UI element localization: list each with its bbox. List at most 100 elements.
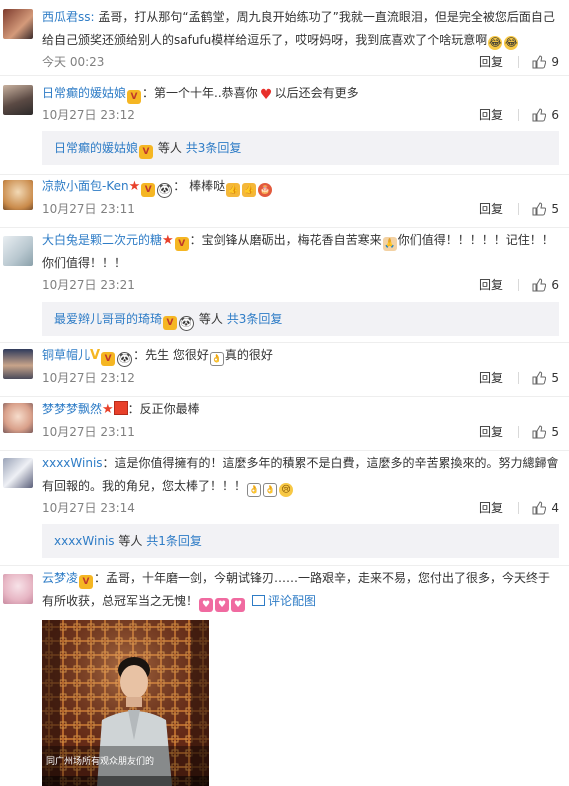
divider [518,109,519,121]
comment-text: ：這是你值得擁有的！這麼多年的積累不是白費，這麼多的辛苦累換來的。努力總歸會有回… [42,456,559,493]
like-button[interactable]: 6 [532,106,559,124]
like-count: 5 [551,202,559,216]
comment-item: 凉款小面包-Ken★ V 🐼： 棒棒哒 👍 👍 🎂 10月27日 23:11 回复 5 [0,174,569,228]
reply-button[interactable]: 回复 [479,369,503,387]
thumbs-up-emoji-icon: 👍 [242,183,257,197]
comment-text: 孟哥，打从那句“孟鹤堂，周九良开始练功了”我就一直流眼泪，但是完全被您后面自己给… [42,10,555,47]
divider [518,426,519,438]
like-count: 6 [551,278,559,292]
reply-button[interactable]: 回复 [479,423,503,441]
username[interactable]: xxxxWinis [42,456,103,470]
comment-body: 梦梦梦飘然★ ：反正你最棒 [42,398,561,421]
comment-body: 日常癫的媛姑娘 V ：第一个十年..恭喜你 ♥ 以后还会有更多 [42,82,561,105]
flag-icon [113,401,128,415]
comment-text-tail: 真的很好 [224,348,273,362]
like-count: 4 [551,501,559,515]
thumb-up-icon [532,425,547,439]
vip-badge-icon: V [141,183,156,197]
avatar[interactable] [3,9,33,39]
timestamp: 10月27日 23:11 [42,202,135,216]
vip-badge-icon: V [163,316,178,330]
timestamp: 10月27日 23:12 [42,371,135,385]
comment-item: 大白兔是颗二次元的糖★ V ：宝剑锋从磨砺出，梅花香自苦寒来 🙏 你们值得！！！！！记住… [0,228,569,343]
ok-hand-icon: 👌 [209,352,224,366]
like-button[interactable]: 5 [532,423,559,441]
username[interactable]: 梦梦梦飘然 [42,402,102,416]
comment-item: 西瓜君ss: 孟哥，打从那句“孟鹤堂，周九良开始练功了”我就一直流眼泪，但是完全… [0,0,569,76]
username[interactable]: 铜草帽儿 [42,348,90,362]
comment-picture-link[interactable]: 评论配图 [252,594,316,608]
reply-count-link[interactable]: 共3条回复 [186,141,242,155]
like-button[interactable]: 4 [532,499,559,517]
reply-summary-bar[interactable]: 最爱辫儿哥哥的琦琦 V 🐼 等人 共3条回复 [42,302,559,336]
comment-body: xxxxWinis：這是你值得擁有的！這麼多年的積累不是白費，這麼多的辛苦累換來… [42,452,561,498]
vip-badge-icon: V [139,145,154,159]
avatar[interactable] [3,180,33,210]
timestamp: 今天 00:23 [42,55,105,69]
like-count: 5 [551,425,559,439]
comment-item: xxxxWinis：這是你值得擁有的！這麼多年的積累不是白費，這麼多的辛苦累換來… [0,451,569,566]
avatar[interactable] [3,85,33,115]
reply-button[interactable]: 回复 [479,106,503,124]
avatar[interactable] [3,574,33,604]
divider [518,56,519,68]
reply-button[interactable]: 回复 [479,53,503,71]
like-button[interactable]: 9 [532,53,559,71]
vip-badge-icon: V [101,352,116,366]
thumbs-up-emoji-icon: 👍 [226,183,241,197]
panda-icon: 🐼 [179,316,195,331]
reply-button[interactable]: 回复 [479,499,503,517]
thumb-up-icon [532,278,547,292]
thumb-up-icon [532,371,547,385]
comment-meta: 10月27日 23:14 回复 4 [42,499,559,517]
reply-count-link[interactable]: 共3条回复 [227,312,283,326]
comment-text-tail: 以后还会有更多 [274,86,359,100]
username[interactable]: 西瓜君ss [42,10,91,24]
comment-text: ： 棒棒哒 [173,179,226,193]
praying-hands-icon: 🙏 [382,237,397,251]
comment-body: 凉款小面包-Ken★ V 🐼： 棒棒哒 👍 👍 🎂 [42,175,561,198]
laugh-cry-icon: 😂 [488,36,503,50]
like-button[interactable]: 5 [532,369,559,387]
reply-user-link[interactable]: 最爱辫儿哥哥的琦琦 [54,312,162,326]
sad-face-icon: 😢 [279,483,294,497]
avatar[interactable] [3,236,33,266]
reply-button[interactable]: 回复 [479,200,503,218]
avatar[interactable] [3,458,33,488]
reply-user-link[interactable]: 日常癫的媛姑娘 [54,141,138,155]
username[interactable]: 大白兔是颗二次元的糖 [42,233,162,247]
username[interactable]: 云梦凌 [42,571,78,585]
like-count: 6 [551,108,559,122]
vip-badge-icon: V [127,90,142,104]
like-count: 5 [551,371,559,385]
comment-picture-label: 评论配图 [268,594,317,608]
star-badge-icon: ★ [102,402,114,417]
reply-count-link[interactable]: 共1条回复 [146,534,202,548]
reply-user-link[interactable]: xxxxWinis [54,534,115,548]
username[interactable]: 日常癫的媛姑娘 [42,86,126,100]
like-button[interactable]: 5 [532,200,559,218]
thumb-up-icon [532,108,547,122]
comment-meta: 今天 00:23 回复 9 [42,53,559,71]
laugh-cry-icon: 😂 [504,36,519,50]
heart-hands-icon: ♥ [215,598,230,612]
reply-button[interactable]: 回复 [479,276,503,294]
timestamp: 10月27日 23:14 [42,501,135,515]
comment-photo[interactable]: 同广州场所有观众朋友们的 [42,620,209,786]
heart-hands-icon: ♥ [199,598,214,612]
verified-v-icon: V [90,348,101,363]
thumb-up-icon [532,202,547,216]
comment-text: ：反正你最棒 [127,402,200,416]
timestamp: 10月27日 23:21 [42,278,135,292]
ok-hand-icon: 👌 [263,483,278,497]
avatar[interactable] [3,403,33,433]
divider [518,502,519,514]
username[interactable]: 凉款小面包-Ken [42,179,129,193]
like-button[interactable]: 6 [532,276,559,294]
avatar[interactable] [3,349,33,379]
timestamp: 10月27日 23:12 [42,108,135,122]
reply-summary-bar[interactable]: xxxxWinis 等人 共1条回复 [42,524,559,558]
reply-etc-label: 等人 [198,312,223,326]
star-badge-icon: ★ [162,233,174,248]
reply-summary-bar[interactable]: 日常癫的媛姑娘 V 等人 共3条回复 [42,131,559,165]
